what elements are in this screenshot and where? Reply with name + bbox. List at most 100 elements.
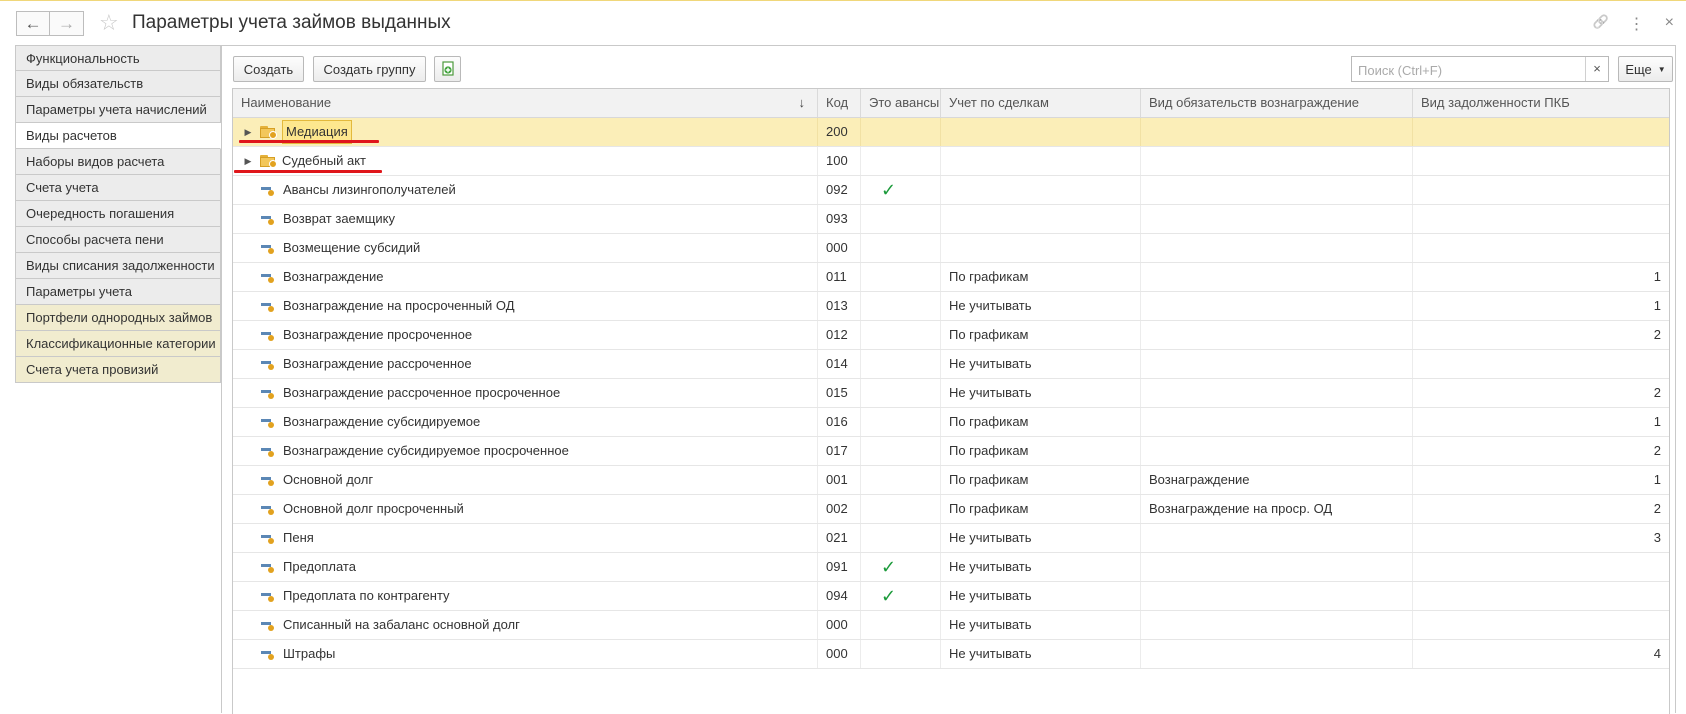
code-cell: 002 [818, 495, 861, 523]
sidebar-item[interactable]: Очередность погашения [15, 201, 221, 227]
more-actions-icon[interactable]: ⋮ [1629, 14, 1645, 34]
column-header[interactable]: Учет по сделкам [941, 89, 1141, 117]
catalog-item-icon [261, 184, 275, 196]
forward-button[interactable]: → [50, 11, 84, 36]
row-name: Авансы лизингополучателей [283, 182, 456, 197]
advance-cell [861, 640, 941, 668]
obligation-type-cell [1141, 263, 1413, 291]
catalog-item-icon [261, 387, 275, 399]
row-name: Вознаграждение субсидируемое [283, 414, 481, 429]
column-header[interactable]: Наименование ↓ [233, 89, 818, 117]
table-row[interactable]: Вознаграждение просроченное 012 По графика… [233, 321, 1669, 350]
obligation-type-cell [1141, 234, 1413, 262]
table-row[interactable]: Основной долг 001 По графикам Вознаграждени… [233, 466, 1669, 495]
deals-accounting-cell [941, 176, 1141, 204]
advance-cell [861, 611, 941, 639]
sidebar-item[interactable]: Способы расчета пени [15, 227, 221, 253]
table-row[interactable]: Штрафы 000 Не учитывать 4 [233, 640, 1669, 669]
table-row[interactable]: Возмещение субсидий 000 [233, 234, 1669, 263]
code-cell: 011 [818, 263, 861, 291]
code-cell: 000 [818, 234, 861, 262]
create-group-button[interactable]: Создать группу [313, 56, 426, 82]
table-row[interactable]: Основной долг просроченный 002 По графикам… [233, 495, 1669, 524]
close-icon[interactable]: × [1665, 14, 1674, 34]
code-cell: 017 [818, 437, 861, 465]
sidebar-item[interactable]: Классификационные категории [15, 331, 221, 357]
search-input[interactable] [1356, 58, 1585, 82]
catalog-item-icon [261, 300, 275, 312]
table-row[interactable]: Списанный на забаланс основной долг 000 Не… [233, 611, 1669, 640]
sidebar-item[interactable]: Счета учета провизий [15, 357, 221, 383]
sidebar-item[interactable]: Функциональность [15, 45, 221, 71]
obligation-type-cell [1141, 611, 1413, 639]
sidebar-item[interactable]: Наборы видов расчета [15, 149, 221, 175]
code-cell: 021 [818, 524, 861, 552]
title-bar: ← → ☆ Параметры учета займов выданных 🔗 … [0, 0, 1686, 44]
name-cell: Вознаграждение субсидируемое [233, 408, 818, 436]
folder-icon [260, 125, 277, 139]
catalog-item-icon [261, 503, 275, 515]
code-cell: 015 [818, 379, 861, 407]
deals-accounting-cell: Не учитывать [941, 582, 1141, 610]
table-header: Наименование ↓ Код Это авансы Учет по сделка… [233, 89, 1669, 118]
sidebar-item[interactable]: Портфели однородных займов [15, 305, 221, 331]
table-row[interactable]: Предоплата по контрагенту 094 ✓ Не учитыват… [233, 582, 1669, 611]
more-button[interactable]: Еще ▼ [1618, 56, 1673, 82]
table-row[interactable]: Вознаграждение на просроченный ОД 013 Не у… [233, 292, 1669, 321]
deals-accounting-cell: По графикам [941, 437, 1141, 465]
advance-cell [861, 321, 941, 349]
code-cell: 016 [818, 408, 861, 436]
name-cell: Основной долг [233, 466, 818, 494]
table-row[interactable]: Вознаграждение субсидируемое просроченно… [233, 437, 1669, 466]
deals-accounting-cell [941, 205, 1141, 233]
table-row[interactable]: Вознаграждение 011 По графикам 1 [233, 263, 1669, 292]
checkmark-icon: ✓ [881, 586, 897, 606]
row-name: Вознаграждение [283, 269, 384, 284]
table-row[interactable]: Предоплата 091 ✓ Не учитывать [233, 553, 1669, 582]
pkb-debt-type-cell: 2 [1653, 385, 1661, 400]
catalog-item-icon [261, 590, 275, 602]
main-panel: Создать Создать группу × Еще ▼ Наименова… [221, 45, 1676, 714]
name-cell: Авансы лизингополучателей [233, 176, 818, 204]
code-cell: 001 [818, 466, 861, 494]
table-row[interactable]: Вознаграждение рассроченное просроченное… [233, 379, 1669, 408]
sidebar-item[interactable]: Виды расчетов [15, 123, 221, 149]
copy-button[interactable] [434, 56, 461, 82]
link-icon[interactable]: 🔗 [1592, 14, 1608, 34]
row-name: Штрафы [283, 646, 336, 661]
table-group-row[interactable]: ▶ Медиация 200 [233, 118, 1669, 147]
table-row[interactable]: Вознаграждение субсидируемое 016 По график… [233, 408, 1669, 437]
row-name: Возврат заемщику [283, 211, 396, 226]
column-header-label: Наименование [241, 95, 332, 110]
table-row[interactable]: Пеня 021 Не учитывать 3 [233, 524, 1669, 553]
sidebar-item[interactable]: Виды списания задолженности [15, 253, 221, 279]
row-name: Списанный на забаланс основной долг [283, 617, 520, 632]
search-field[interactable]: × [1351, 56, 1609, 82]
sidebar-item[interactable]: Параметры учета [15, 279, 221, 305]
column-header[interactable]: Это авансы [861, 89, 941, 117]
create-button[interactable]: Создать [233, 56, 304, 82]
advance-cell [861, 234, 941, 262]
back-button[interactable]: ← [16, 11, 50, 36]
code-cell: 100 [818, 147, 861, 175]
obligation-type-cell: Вознаграждение на проср. ОД [1141, 495, 1413, 523]
favorite-star-icon[interactable]: ☆ [99, 11, 119, 35]
search-clear-icon[interactable]: × [1585, 57, 1608, 81]
deals-accounting-cell: Не учитывать [941, 640, 1141, 668]
column-header[interactable]: Вид обязательств вознаграждение [1141, 89, 1413, 117]
pkb-debt-type-cell: 2 [1653, 327, 1661, 342]
obligation-type-cell [1141, 350, 1413, 378]
table-row[interactable]: Вознаграждение рассроченное 014 Не учитыва… [233, 350, 1669, 379]
obligation-type-cell [1141, 582, 1413, 610]
sidebar-item[interactable]: Счета учета [15, 175, 221, 201]
catalog-item-icon [261, 358, 275, 370]
table-row[interactable]: Возврат заемщику 093 [233, 205, 1669, 234]
obligation-type-cell [1141, 640, 1413, 668]
advance-cell [861, 292, 941, 320]
column-header[interactable]: Вид задолженности ПКБ [1413, 89, 1669, 117]
table-row[interactable]: Авансы лизингополучателей 092 ✓ [233, 176, 1669, 205]
sidebar-item[interactable]: Параметры учета начислений [15, 97, 221, 123]
table-group-row[interactable]: ▶ Судебный акт 100 [233, 147, 1669, 176]
column-header[interactable]: Код [818, 89, 861, 117]
sidebar-item[interactable]: Виды обязательств [15, 71, 221, 97]
